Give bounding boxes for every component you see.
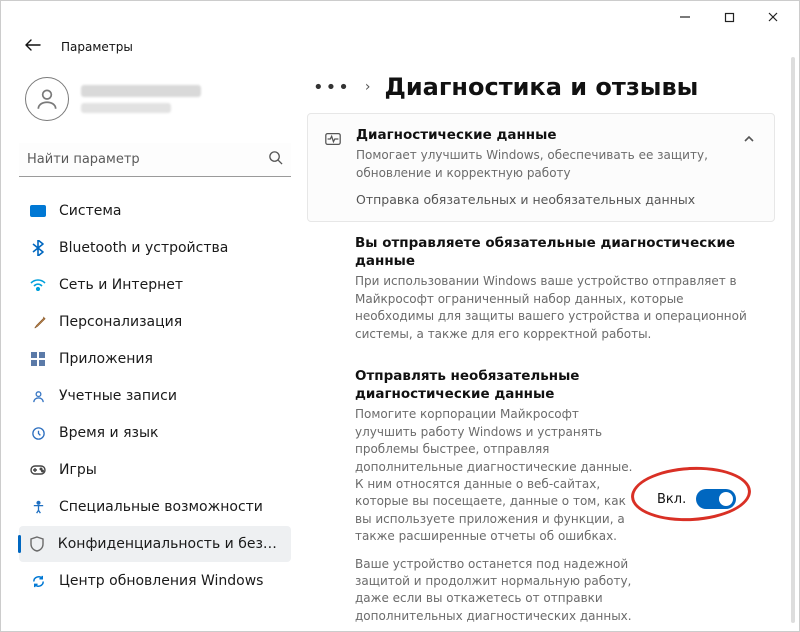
- accounts-icon: [29, 387, 47, 405]
- search-placeholder: Найти параметр: [27, 152, 140, 167]
- cards-scroll[interactable]: Диагностические данные Помогает улучшить…: [307, 113, 781, 631]
- sidebar-item-network[interactable]: Сеть и Интернет: [19, 267, 291, 303]
- card-title: Отправлять необязательные диагностически…: [355, 367, 635, 403]
- accessibility-icon: [29, 498, 47, 516]
- card-optional-diag: Отправлять необязательные диагностически…: [307, 355, 775, 631]
- sidebar-item-label: Учетные записи: [59, 388, 177, 404]
- card-mandatory-info: Вы отправляете обязательные диагностичес…: [307, 230, 775, 347]
- card-body: Вы отправляете обязательные диагностичес…: [355, 234, 757, 343]
- sidebar-item-system[interactable]: Система: [19, 193, 291, 229]
- brush-icon: [29, 313, 47, 331]
- card-subtitle-2: Ваше устройство останется под надежной з…: [355, 556, 635, 626]
- sidebar-item-apps[interactable]: Приложения: [19, 341, 291, 377]
- sidebar-item-label: Игры: [59, 462, 97, 478]
- scrollbar[interactable]: [791, 57, 795, 623]
- sidebar-item-label: Время и язык: [59, 425, 158, 441]
- settings-window: Параметры Найти параметр: [0, 0, 800, 632]
- main-area: Найти параметр Система Bluetooth и устро…: [1, 61, 799, 631]
- apps-icon: [29, 350, 47, 368]
- breadcrumb: ••• › Диагностика и отзывы: [307, 67, 781, 113]
- card-title: Диагностические данные: [356, 126, 730, 144]
- card-footer: Отправка обязательных и необязательных д…: [356, 192, 730, 207]
- sidebar-item-label: Конфиденциальность и безопас: [58, 536, 281, 552]
- optional-diag-toggle[interactable]: [696, 489, 736, 509]
- nav: Система Bluetooth и устройства Сеть и Ин…: [19, 193, 291, 599]
- chevron-right-icon: ›: [365, 79, 371, 95]
- sidebar: Найти параметр Система Bluetooth и устро…: [1, 61, 301, 631]
- card-title: Вы отправляете обязательные диагностичес…: [355, 234, 757, 270]
- sidebar-item-label: Персонализация: [59, 314, 182, 330]
- page-title: Диагностика и отзывы: [384, 73, 698, 101]
- chevron-up-icon: [742, 132, 756, 150]
- update-icon: [29, 572, 47, 590]
- sidebar-item-gaming[interactable]: Игры: [19, 452, 291, 488]
- window-titlebar: [1, 1, 799, 33]
- profile-text: [81, 85, 201, 113]
- maximize-button[interactable]: [707, 3, 751, 31]
- back-button[interactable]: [19, 35, 47, 59]
- bluetooth-icon: [29, 239, 47, 257]
- sidebar-item-label: Bluetooth и устройства: [59, 240, 228, 256]
- app-header: Параметры: [1, 33, 799, 61]
- minimize-button[interactable]: [663, 3, 707, 31]
- close-button[interactable]: [751, 3, 795, 31]
- profile-block[interactable]: [19, 69, 291, 137]
- sidebar-item-accessibility[interactable]: Специальные возможности: [19, 489, 291, 525]
- heartbeat-icon: [322, 126, 344, 148]
- card-expand[interactable]: [742, 126, 756, 150]
- card-body: Диагностические данные Помогает улучшить…: [356, 126, 730, 207]
- sidebar-item-label: Специальные возможности: [59, 499, 263, 515]
- toggle-label: Вкл.: [657, 492, 686, 507]
- sidebar-item-label: Система: [59, 203, 121, 219]
- wifi-icon: [29, 276, 47, 294]
- card-subtitle: Помогите корпорации Майкрософт улучшить …: [355, 406, 635, 545]
- app-title: Параметры: [61, 40, 133, 54]
- gamepad-icon: [29, 461, 47, 479]
- card-body: Отправлять необязательные диагностически…: [355, 367, 635, 625]
- card-subtitle: При использовании Windows ваше устройств…: [355, 273, 757, 343]
- search-input[interactable]: Найти параметр: [19, 143, 291, 177]
- spacer: [321, 234, 343, 238]
- sidebar-item-time[interactable]: Время и язык: [19, 415, 291, 451]
- sidebar-item-accounts[interactable]: Учетные записи: [19, 378, 291, 414]
- card-subtitle: Помогает улучшить Windows, обеспечивать …: [356, 147, 730, 182]
- sidebar-item-label: Центр обновления Windows: [59, 573, 263, 589]
- sidebar-item-bluetooth[interactable]: Bluetooth и устройства: [19, 230, 291, 266]
- sidebar-item-privacy[interactable]: Конфиденциальность и безопас: [19, 526, 291, 562]
- shield-icon: [29, 535, 46, 553]
- clock-icon: [29, 424, 47, 442]
- sidebar-item-label: Сеть и Интернет: [59, 277, 183, 293]
- breadcrumb-overflow[interactable]: •••: [313, 77, 351, 98]
- toggle-area: Вкл.: [647, 483, 736, 509]
- search-icon: [268, 150, 283, 169]
- optional-diag-toggle-wrap: Вкл.: [657, 489, 736, 509]
- sidebar-item-update[interactable]: Центр обновления Windows: [19, 563, 291, 599]
- system-icon: [29, 202, 47, 220]
- avatar: [25, 77, 69, 121]
- spacer: [321, 367, 343, 371]
- card-diagnostic-data[interactable]: Диагностические данные Помогает улучшить…: [307, 113, 775, 222]
- sidebar-item-label: Приложения: [59, 351, 153, 367]
- content: ••• › Диагностика и отзывы Диагностическ…: [301, 61, 799, 631]
- sidebar-item-personalization[interactable]: Персонализация: [19, 304, 291, 340]
